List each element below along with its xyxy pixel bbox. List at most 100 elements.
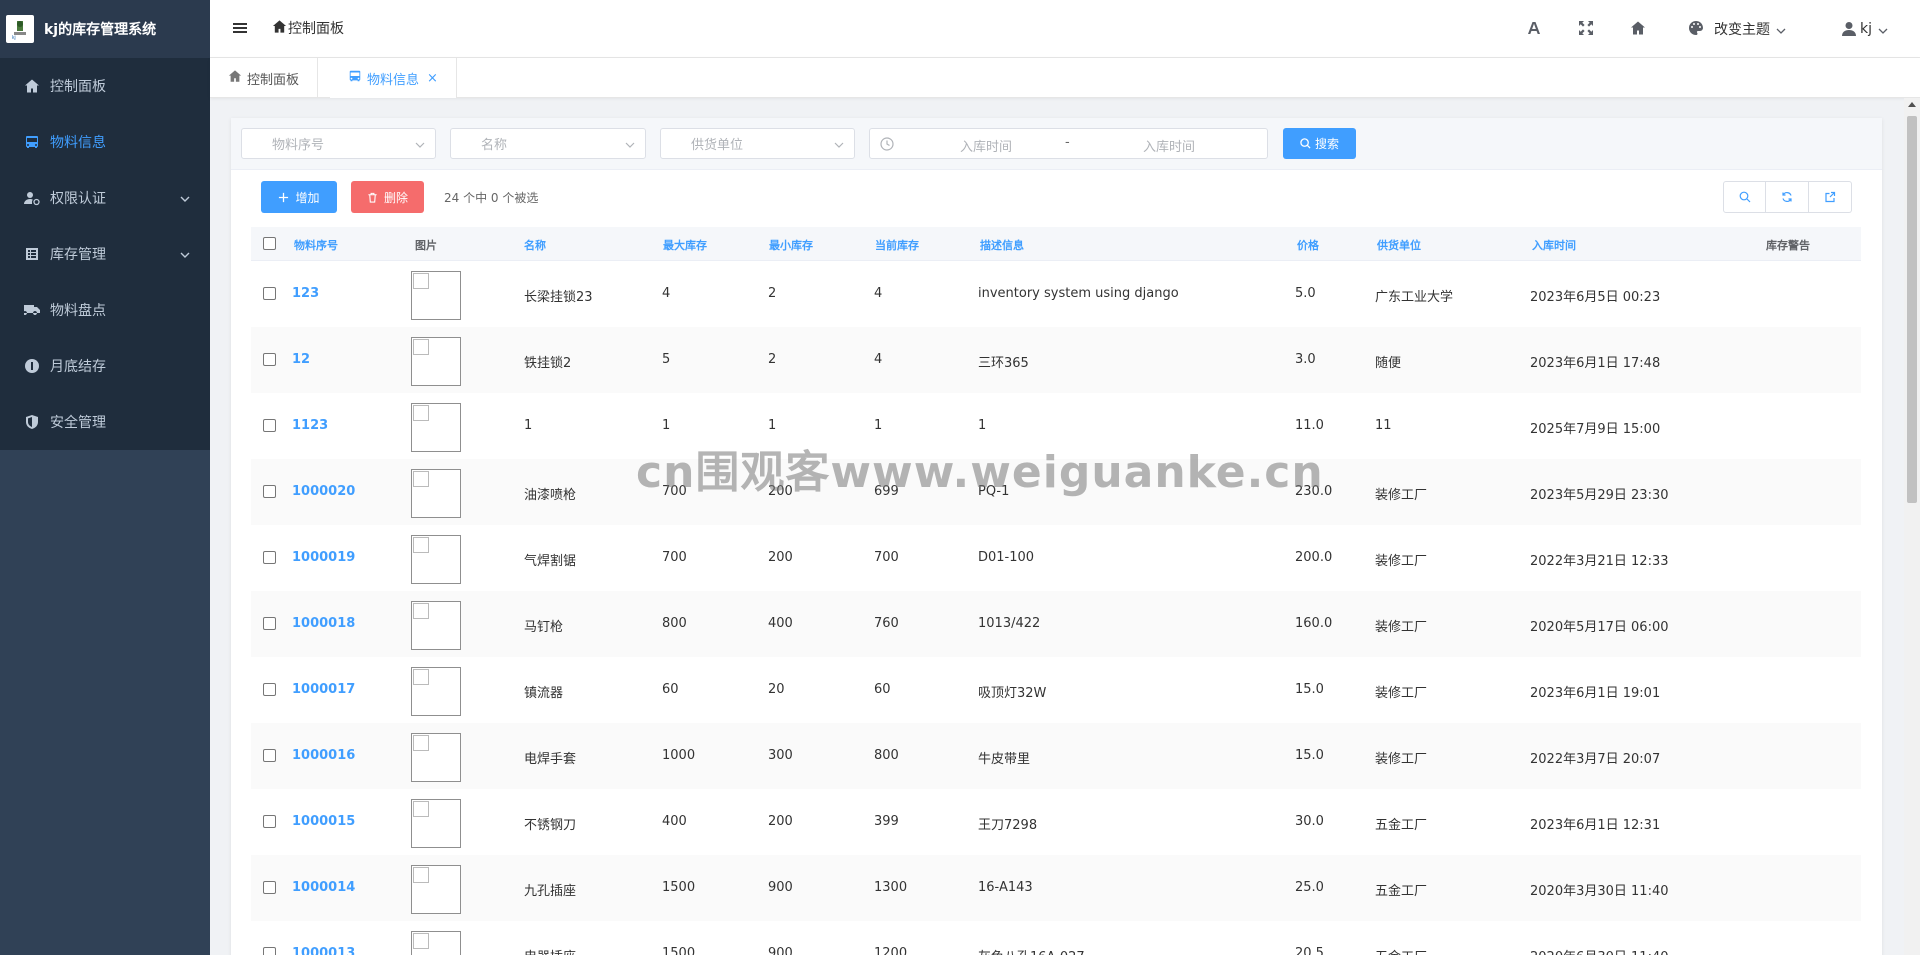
material-no-select[interactable]: 物料序号	[241, 128, 436, 159]
cell-supplier: 11	[1375, 418, 1392, 433]
cell-supplier: 五金工厂	[1375, 818, 1428, 833]
theme-dropdown[interactable]: 改变主题	[1688, 19, 1786, 39]
page-scrollbar[interactable]	[1904, 98, 1920, 955]
sidebar-item-monthly-balance[interactable]: 月底结存	[0, 338, 210, 394]
sidebar-item-stocktake[interactable]: 物料盘点	[0, 282, 210, 338]
material-image[interactable]	[411, 865, 461, 914]
scroll-up-arrow[interactable]	[1908, 102, 1916, 107]
cell-min-stock: 200	[768, 550, 793, 565]
sidebar-item-label: 权限认证	[50, 191, 106, 207]
row-checkbox[interactable]	[263, 815, 276, 828]
export-button[interactable]	[1809, 181, 1852, 213]
sidebar-item-inventory[interactable]: 库存管理	[0, 226, 210, 282]
cell-material-no[interactable]: 1123	[292, 418, 328, 433]
table-row[interactable]: 123 长梁挂锁23 4 2 4 inventory system using djang…	[251, 261, 1861, 327]
cell-stock-in-time: 2023年6月1日 12:31	[1530, 818, 1661, 833]
material-image[interactable]	[411, 337, 461, 386]
cell-max-stock: 1500	[662, 946, 696, 955]
row-checkbox[interactable]	[263, 749, 276, 762]
sidebar-item-material-info[interactable]: 物料信息	[0, 114, 210, 170]
material-image[interactable]	[411, 799, 461, 848]
material-image[interactable]	[411, 931, 461, 955]
chevron-down-icon	[625, 139, 635, 149]
hamburger-icon[interactable]	[232, 20, 248, 36]
fullscreen-icon[interactable]	[1578, 20, 1596, 38]
row-checkbox[interactable]	[263, 353, 276, 366]
close-icon[interactable]: ×	[427, 71, 438, 86]
refresh-button[interactable]	[1766, 181, 1809, 213]
date-range-picker[interactable]: 入库时间 - 入库时间	[869, 128, 1268, 159]
cell-min-stock: 20	[768, 682, 785, 697]
tag-material-info[interactable]: 物料信息 ×	[330, 58, 457, 98]
cell-stock-in-time: 2022年3月7日 20:07	[1530, 752, 1661, 767]
material-image[interactable]	[411, 403, 461, 452]
cell-price: 11.0	[1295, 418, 1324, 433]
select-all-checkbox[interactable]	[263, 237, 276, 250]
cell-material-no[interactable]: 1000014	[292, 880, 355, 895]
col-price[interactable]: 价格	[1297, 237, 1319, 253]
cell-max-stock: 1500	[662, 880, 696, 895]
cell-material-no[interactable]: 1000015	[292, 814, 355, 829]
toggle-search-button[interactable]	[1723, 181, 1766, 213]
table-row[interactable]: 12 铁挂锁2 5 2 4 三环365 3.0 随便 2023年6月1日 17:48	[251, 327, 1861, 393]
home-icon[interactable]	[1630, 20, 1648, 38]
table-row[interactable]: 1000017 镇流器 60 20 60 吸顶灯32W 15.0 装修工厂 2023年6月1日 …	[251, 657, 1861, 723]
sidebar-item-security[interactable]: 安全管理	[0, 394, 210, 450]
supplier-select[interactable]: 供货单位	[660, 128, 855, 159]
table-row[interactable]: 1000020 油漆喷枪 700 200 699 PQ-1 230.0 装修工厂 2023年5月…	[251, 459, 1861, 525]
table-row[interactable]: 1123 1 1 1 1 1 11.0 11 2025年7月9日 15:00	[251, 393, 1861, 459]
row-checkbox[interactable]	[263, 551, 276, 564]
col-name[interactable]: 名称	[524, 237, 546, 253]
cell-material-no[interactable]: 1000020	[292, 484, 355, 499]
col-stock-in-time[interactable]: 入库时间	[1532, 237, 1576, 253]
table-row[interactable]: 1000019 气焊割锯 700 200 700 D01-100 200.0 装修工厂 2022…	[251, 525, 1861, 591]
table-row[interactable]: 1000013 电器插座 1500 900 1200 灰色八孔16A-027 20.5 五金工…	[251, 921, 1861, 955]
name-select[interactable]: 名称	[450, 128, 646, 159]
cell-material-no[interactable]: 12	[292, 352, 310, 367]
table-row[interactable]: 1000018 马钉枪 800 400 760 1013/422 160.0 装修工厂 2020…	[251, 591, 1861, 657]
material-image[interactable]	[411, 667, 461, 716]
row-checkbox[interactable]	[263, 617, 276, 630]
cell-material-no[interactable]: 1000013	[292, 946, 355, 955]
user-cog-icon	[24, 190, 40, 206]
row-checkbox[interactable]	[263, 419, 276, 432]
user-dropdown[interactable]: kj	[1842, 21, 1888, 37]
cell-material-no[interactable]: 1000018	[292, 616, 355, 631]
breadcrumb-item[interactable]: 控制面板	[288, 18, 344, 38]
material-image[interactable]	[411, 535, 461, 584]
font-size-icon[interactable]	[1526, 20, 1544, 38]
col-current-stock[interactable]: 当前库存	[875, 237, 919, 253]
search-button[interactable]: 搜索	[1283, 128, 1356, 159]
sidebar-item-dashboard[interactable]: 控制面板	[0, 58, 210, 114]
row-checkbox[interactable]	[263, 683, 276, 696]
col-description[interactable]: 描述信息	[980, 237, 1024, 253]
col-material-no[interactable]: 物料序号	[294, 237, 338, 253]
row-checkbox[interactable]	[263, 485, 276, 498]
material-image[interactable]	[411, 271, 461, 320]
search-icon	[1300, 138, 1315, 149]
table-row[interactable]: 1000016 电焊手套 1000 300 800 牛皮带里 15.0 装修工厂 2022年3月…	[251, 723, 1861, 789]
material-image[interactable]	[411, 469, 461, 518]
row-checkbox[interactable]	[263, 287, 276, 300]
col-supplier[interactable]: 供货单位	[1377, 237, 1421, 253]
add-button[interactable]: 增加	[261, 181, 337, 213]
cell-material-no[interactable]: 123	[292, 286, 319, 301]
table-row[interactable]: 1000014 九孔插座 1500 900 1300 16-A143 25.0 五金工厂 202…	[251, 855, 1861, 921]
row-checkbox[interactable]	[263, 881, 276, 894]
sidebar-item-auth[interactable]: 权限认证	[0, 170, 210, 226]
row-checkbox[interactable]	[263, 947, 276, 955]
cell-material-no[interactable]: 1000019	[292, 550, 355, 565]
table-row[interactable]: 1000015 不锈钢刀 400 200 399 王刀7298 30.0 五金工厂 2023年6…	[251, 789, 1861, 855]
cell-material-no[interactable]: 1000016	[292, 748, 355, 763]
cell-material-no[interactable]: 1000017	[292, 682, 355, 697]
tag-dashboard[interactable]: 控制面板	[210, 58, 319, 98]
material-image[interactable]	[411, 733, 461, 782]
add-label: 增加	[295, 190, 320, 205]
cell-name: 油漆喷枪	[524, 488, 577, 503]
scroll-thumb[interactable]	[1907, 116, 1917, 503]
col-max-stock[interactable]: 最大库存	[663, 237, 707, 253]
material-image[interactable]	[411, 601, 461, 650]
col-min-stock[interactable]: 最小库存	[769, 237, 813, 253]
delete-button[interactable]: 删除	[351, 181, 424, 213]
logo[interactable]: kj kj的库存管理系统	[0, 0, 210, 58]
